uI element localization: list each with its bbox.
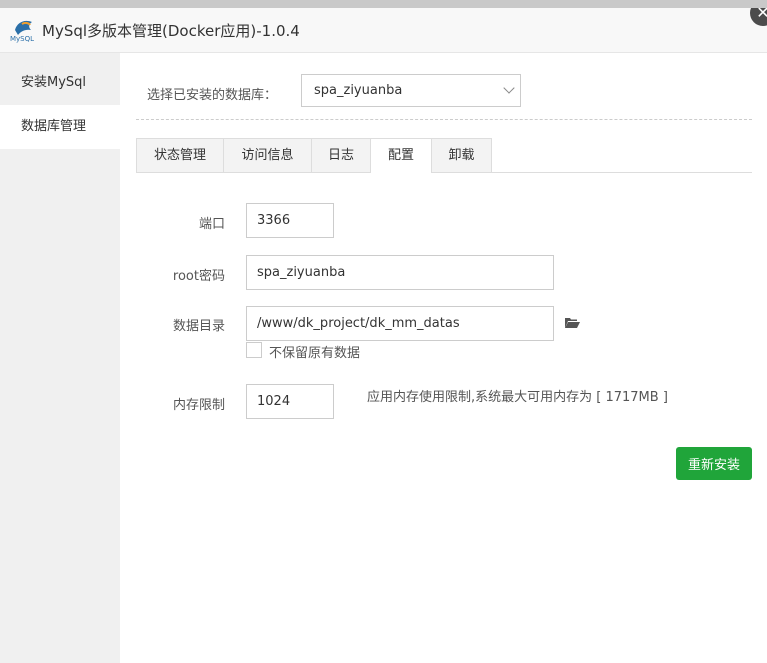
mysql-manager-window: MySQL MySql多版本管理(Docker应用)-1.0.4 ✕ 安装MyS… <box>0 8 767 663</box>
tab-config[interactable]: 配置 <box>370 138 432 173</box>
title-bar: MySQL MySql多版本管理(Docker应用)-1.0.4 <box>0 8 767 53</box>
data-dir-input[interactable] <box>246 306 554 341</box>
sidebar-item-install-mysql[interactable]: 安装MySql <box>0 61 120 105</box>
tab-logs[interactable]: 日志 <box>311 138 371 172</box>
mysql-logo-icon: MySQL <box>10 20 34 43</box>
memory-limit-label: 内存限制 <box>172 398 225 413</box>
divider <box>136 119 752 120</box>
tab-uninstall[interactable]: 卸载 <box>431 138 492 172</box>
logo-text: MySQL <box>10 35 34 43</box>
folder-open-icon[interactable] <box>564 317 580 329</box>
window-title: MySql多版本管理(Docker应用)-1.0.4 <box>42 22 300 40</box>
sidebar-item-db-management[interactable]: 数据库管理 <box>0 105 120 149</box>
main-panel: 选择已安装的数据库： spa_ziyuanba 状态管理 访问信息 日志 配置 … <box>120 53 767 663</box>
background-strip <box>0 0 767 8</box>
reinstall-button[interactable]: 重新安装 <box>676 447 752 480</box>
chevron-down-icon <box>503 82 515 94</box>
keep-data-checkbox[interactable] <box>246 342 262 358</box>
db-select[interactable]: spa_ziyuanba <box>301 74 521 107</box>
select-db-label: 选择已安装的数据库： <box>147 88 278 103</box>
memory-limit-input[interactable] <box>246 384 334 419</box>
db-select-value: spa_ziyuanba <box>314 83 403 98</box>
tab-access-info[interactable]: 访问信息 <box>223 138 312 172</box>
sidebar: 安装MySql 数据库管理 <box>0 53 120 663</box>
memory-hint: 应用内存使用限制,系统最大可用内存为 [ 1717MB ] <box>367 390 668 405</box>
close-icon: ✕ <box>756 8 767 22</box>
root-password-label: root密码 <box>172 269 225 284</box>
port-input[interactable] <box>246 203 334 238</box>
data-dir-label: 数据目录 <box>172 319 225 334</box>
keep-data-label: 不保留原有数据 <box>269 346 361 361</box>
tab-status[interactable]: 状态管理 <box>136 138 224 172</box>
tab-bar: 状态管理 访问信息 日志 配置 卸载 <box>136 138 752 173</box>
root-password-input[interactable] <box>246 255 554 290</box>
port-label: 端口 <box>198 217 225 232</box>
